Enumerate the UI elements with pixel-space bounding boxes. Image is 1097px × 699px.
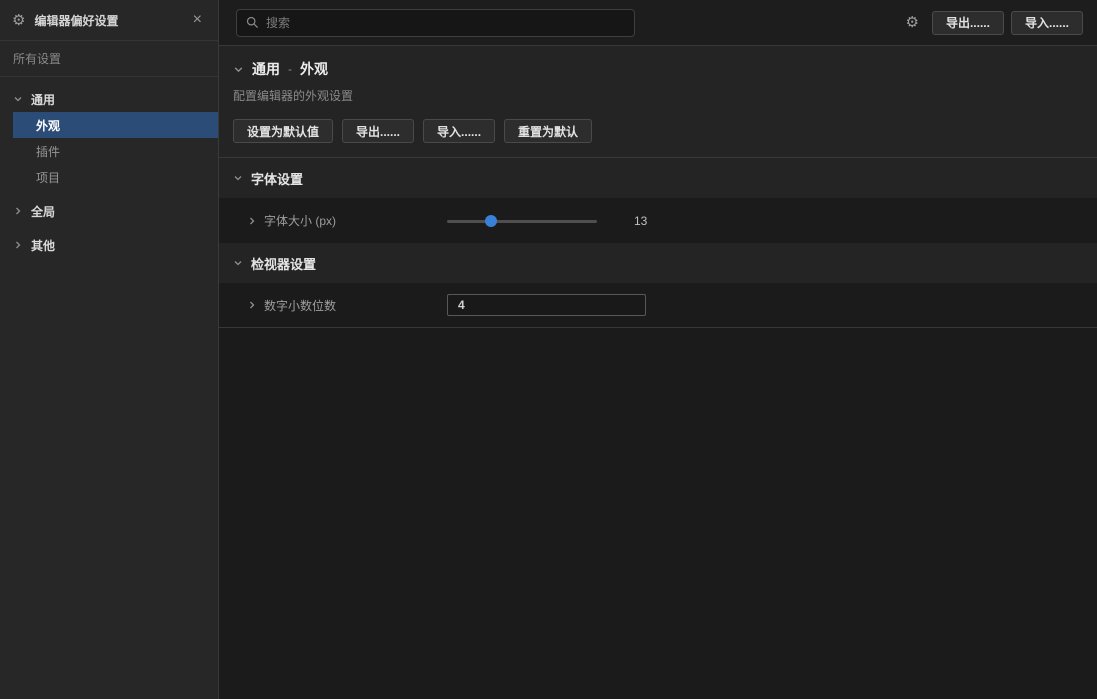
chevron-down-icon — [233, 258, 243, 268]
sidebar-group-general[interactable]: 通用 — [0, 86, 218, 112]
section-inspector-settings[interactable]: 检视器设置 — [219, 243, 1097, 283]
breadcrumb-group: 通用 — [252, 59, 280, 79]
chevron-right-icon — [13, 206, 23, 216]
chevron-right-icon — [13, 240, 23, 250]
breadcrumb: 通用 - 外观 — [233, 59, 1083, 79]
sidebar-item-project[interactable]: 项目 — [13, 164, 218, 190]
page-header: 通用 - 外观 配置编辑器的外观设置 设置为默认值 导出...... 导入...… — [219, 46, 1097, 158]
group-label: 通用 — [31, 91, 55, 108]
all-settings-item[interactable]: 所有设置 — [0, 41, 218, 77]
page-subtitle: 配置编辑器的外观设置 — [233, 87, 1083, 104]
font-size-row: 字体大小 (px) 13 — [219, 198, 1097, 243]
close-icon[interactable]: × — [189, 10, 206, 30]
decimal-places-label: 数字小数位数 — [264, 297, 336, 314]
preferences-window: ⚙ 编辑器偏好设置 × 所有设置 通用 外观 插件 项目 — [0, 0, 1097, 699]
font-size-label: 字体大小 (px) — [264, 212, 336, 229]
section-title: 字体设置 — [251, 169, 303, 188]
page-actions: 设置为默认值 导出...... 导入...... 重置为默认 — [233, 119, 1083, 143]
gear-icon: ⚙ — [12, 13, 25, 28]
item-label: 外观 — [36, 117, 60, 134]
page-title: 外观 — [300, 59, 328, 79]
settings-gear-icon[interactable]: ⚙ — [906, 15, 919, 30]
setting-label-group[interactable]: 字体大小 (px) — [247, 212, 447, 229]
settings-sidebar: ⚙ 编辑器偏好设置 × 所有设置 通用 外观 插件 项目 — [0, 0, 219, 699]
sidebar-header: ⚙ 编辑器偏好设置 × — [0, 0, 218, 41]
sidebar-group-global[interactable]: 全局 — [0, 198, 218, 224]
top-toolbar: ⚙ 导出...... 导入...... — [219, 0, 1097, 46]
search-icon — [246, 16, 259, 29]
settings-main: ⚙ 导出...... 导入...... 通用 - 外观 配置编辑器的外观设置 设… — [219, 0, 1097, 699]
sidebar-item-appearance[interactable]: 外观 — [13, 112, 218, 138]
chevron-down-icon — [13, 94, 23, 104]
section-title: 检视器设置 — [251, 254, 316, 273]
group-label: 全局 — [31, 203, 55, 220]
sidebar-group-other[interactable]: 其他 — [0, 232, 218, 258]
section-font-settings[interactable]: 字体设置 — [219, 158, 1097, 198]
decimal-places-row: 数字小数位数 — [219, 283, 1097, 328]
search-box[interactable] — [236, 9, 635, 37]
setting-label-group[interactable]: 数字小数位数 — [247, 297, 447, 314]
import-settings-button[interactable]: 导入...... — [423, 119, 495, 143]
slider-thumb[interactable] — [485, 215, 497, 227]
search-input[interactable] — [266, 16, 625, 30]
export-button[interactable]: 导出...... — [932, 11, 1004, 35]
window-title: 编辑器偏好设置 — [34, 12, 118, 29]
chevron-down-icon — [233, 173, 243, 183]
settings-tree: 通用 外观 插件 项目 全局 其他 — [0, 77, 218, 258]
chevron-right-icon — [247, 300, 257, 310]
decimal-places-input[interactable] — [447, 294, 646, 316]
item-label: 项目 — [36, 169, 60, 186]
font-size-value: 13 — [634, 214, 647, 228]
reset-default-button[interactable]: 重置为默认 — [504, 119, 592, 143]
font-size-slider[interactable] — [447, 215, 597, 227]
item-label: 插件 — [36, 143, 60, 160]
all-settings-label: 所有设置 — [13, 50, 61, 67]
import-button[interactable]: 导入...... — [1011, 11, 1083, 35]
set-default-button[interactable]: 设置为默认值 — [233, 119, 333, 143]
sidebar-item-plugins[interactable]: 插件 — [13, 138, 218, 164]
breadcrumb-separator: - — [288, 62, 292, 76]
export-settings-button[interactable]: 导出...... — [342, 119, 414, 143]
group-label: 其他 — [31, 237, 55, 254]
empty-content-area — [219, 328, 1097, 699]
slider-track[interactable] — [447, 220, 597, 223]
chevron-down-icon[interactable] — [233, 64, 244, 75]
chevron-right-icon — [247, 216, 257, 226]
